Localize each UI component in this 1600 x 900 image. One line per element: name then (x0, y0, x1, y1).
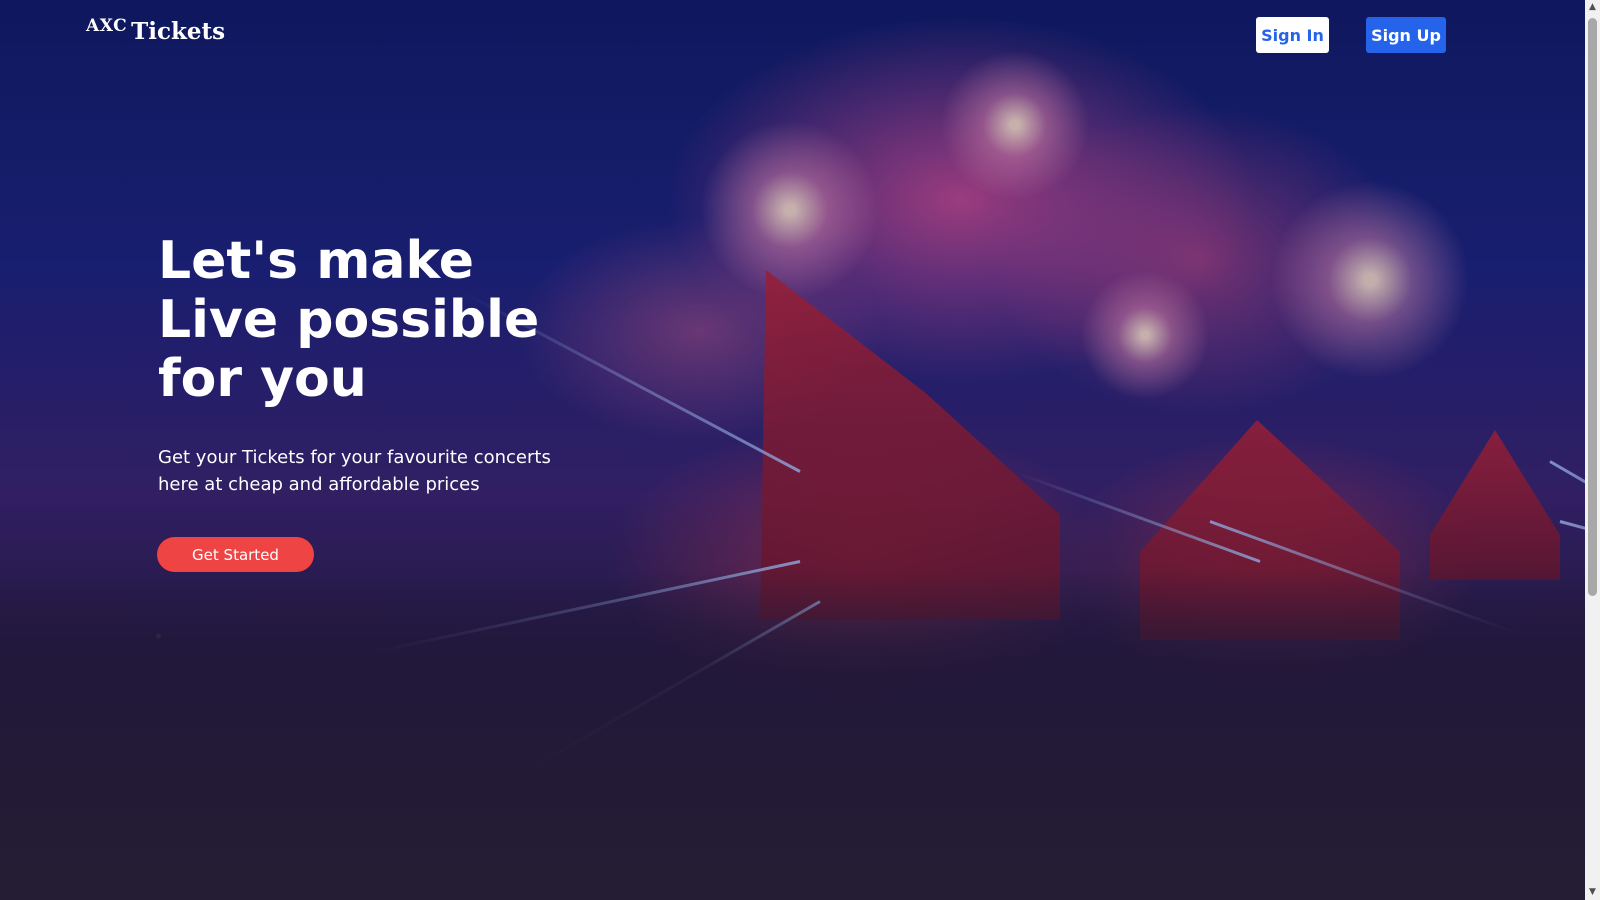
scrollbar-thumb[interactable] (1588, 18, 1597, 596)
triangle-down-icon[interactable]: ▼ (1585, 885, 1600, 900)
sign-up-button[interactable]: Sign Up (1366, 17, 1446, 53)
site-logo[interactable]: AXC Tickets (86, 16, 225, 45)
logo-prefix: AXC (86, 16, 128, 36)
triangle-up-icon[interactable]: ▲ (1585, 0, 1600, 15)
logo-text: Tickets (131, 18, 226, 45)
sign-in-button[interactable]: Sign In (1256, 17, 1329, 53)
landing-page: AXC Tickets Sign In Sign Up Let's make Li… (0, 0, 1600, 900)
get-started-button[interactable]: Get Started (157, 537, 314, 572)
hero-subtitle: Get your Tickets for your favourite conc… (158, 447, 551, 495)
hero-title: Let's make Live possible for you (158, 231, 540, 409)
site-header: AXC Tickets Sign In Sign Up (0, 0, 1585, 72)
vertical-scrollbar[interactable]: ▲ ▼ (1585, 0, 1600, 900)
